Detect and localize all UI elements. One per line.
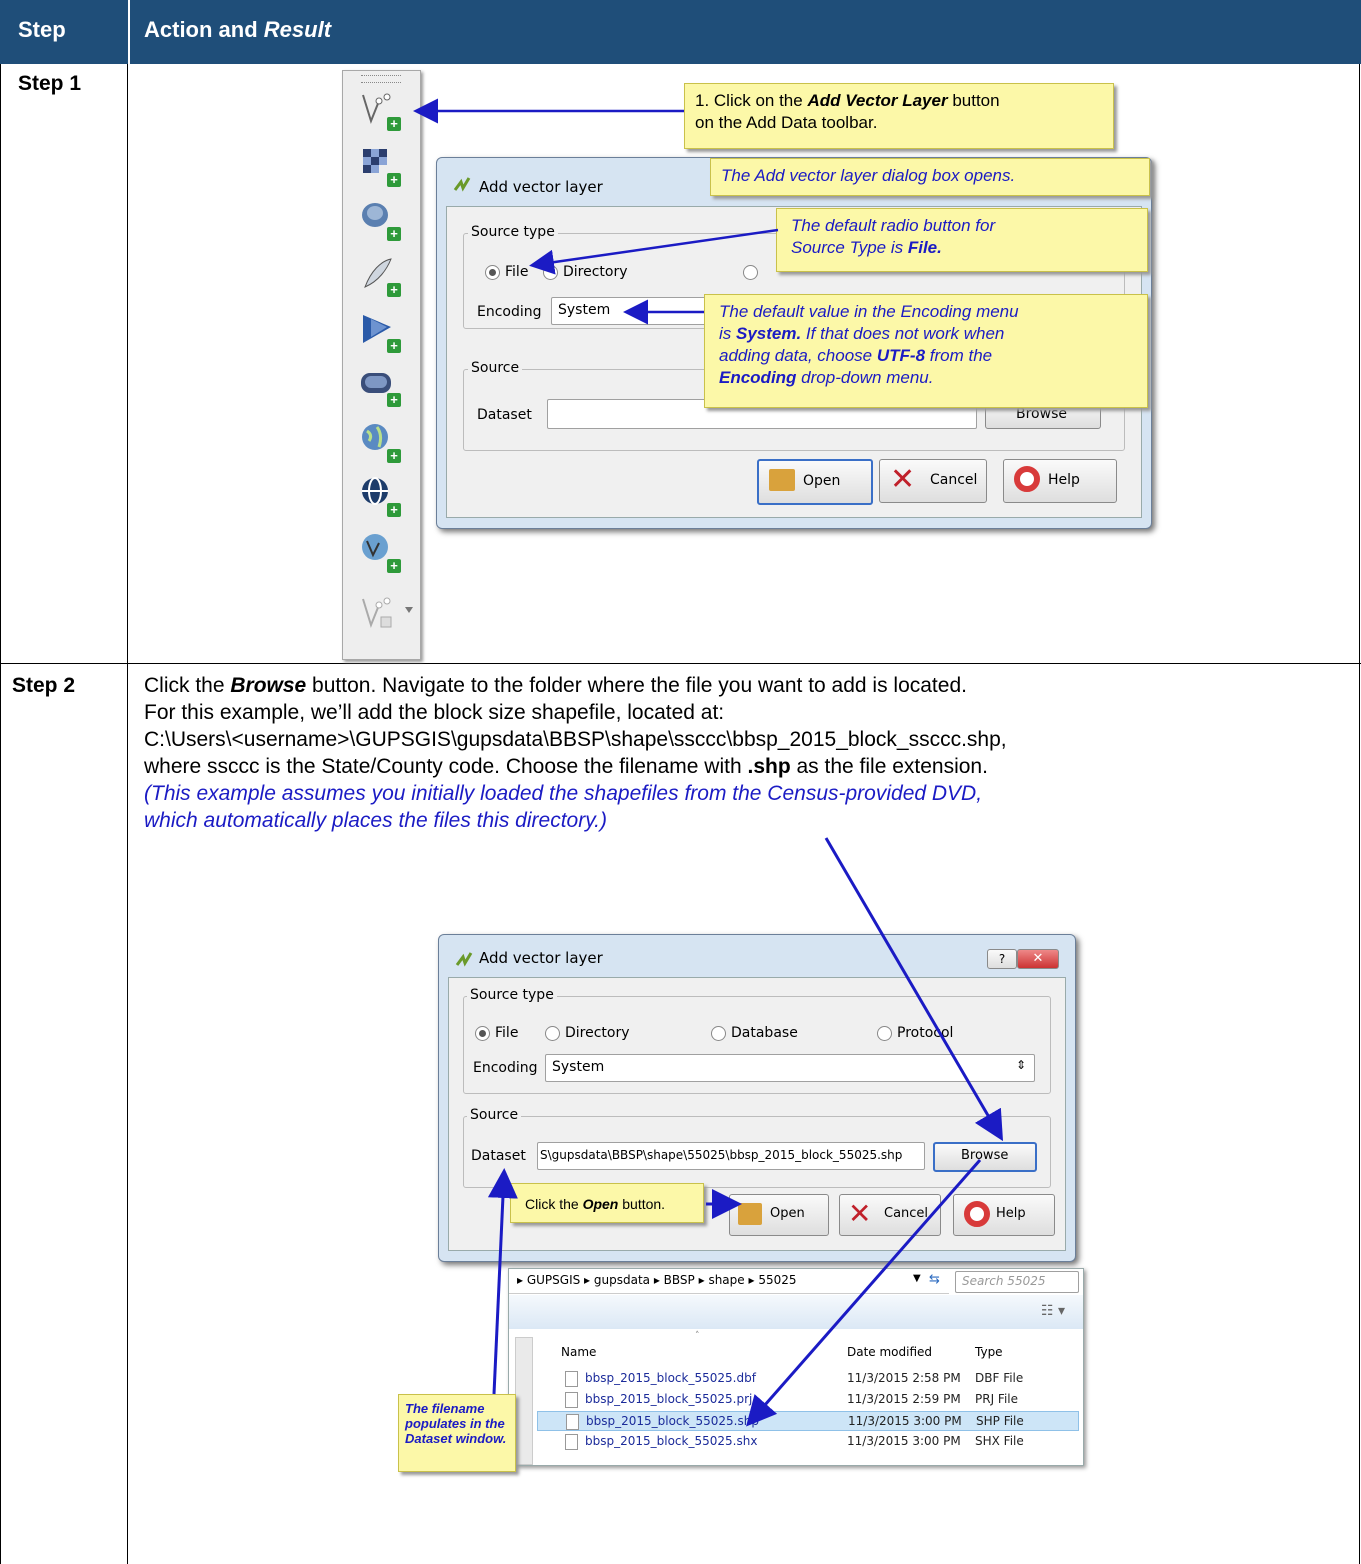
arrow-browse-to-file bbox=[746, 1159, 982, 1427]
arrow-to-dataset bbox=[487, 1168, 518, 1395]
step2-arrows bbox=[487, 837, 1004, 1427]
arrow-to-browse bbox=[824, 837, 1004, 1142]
